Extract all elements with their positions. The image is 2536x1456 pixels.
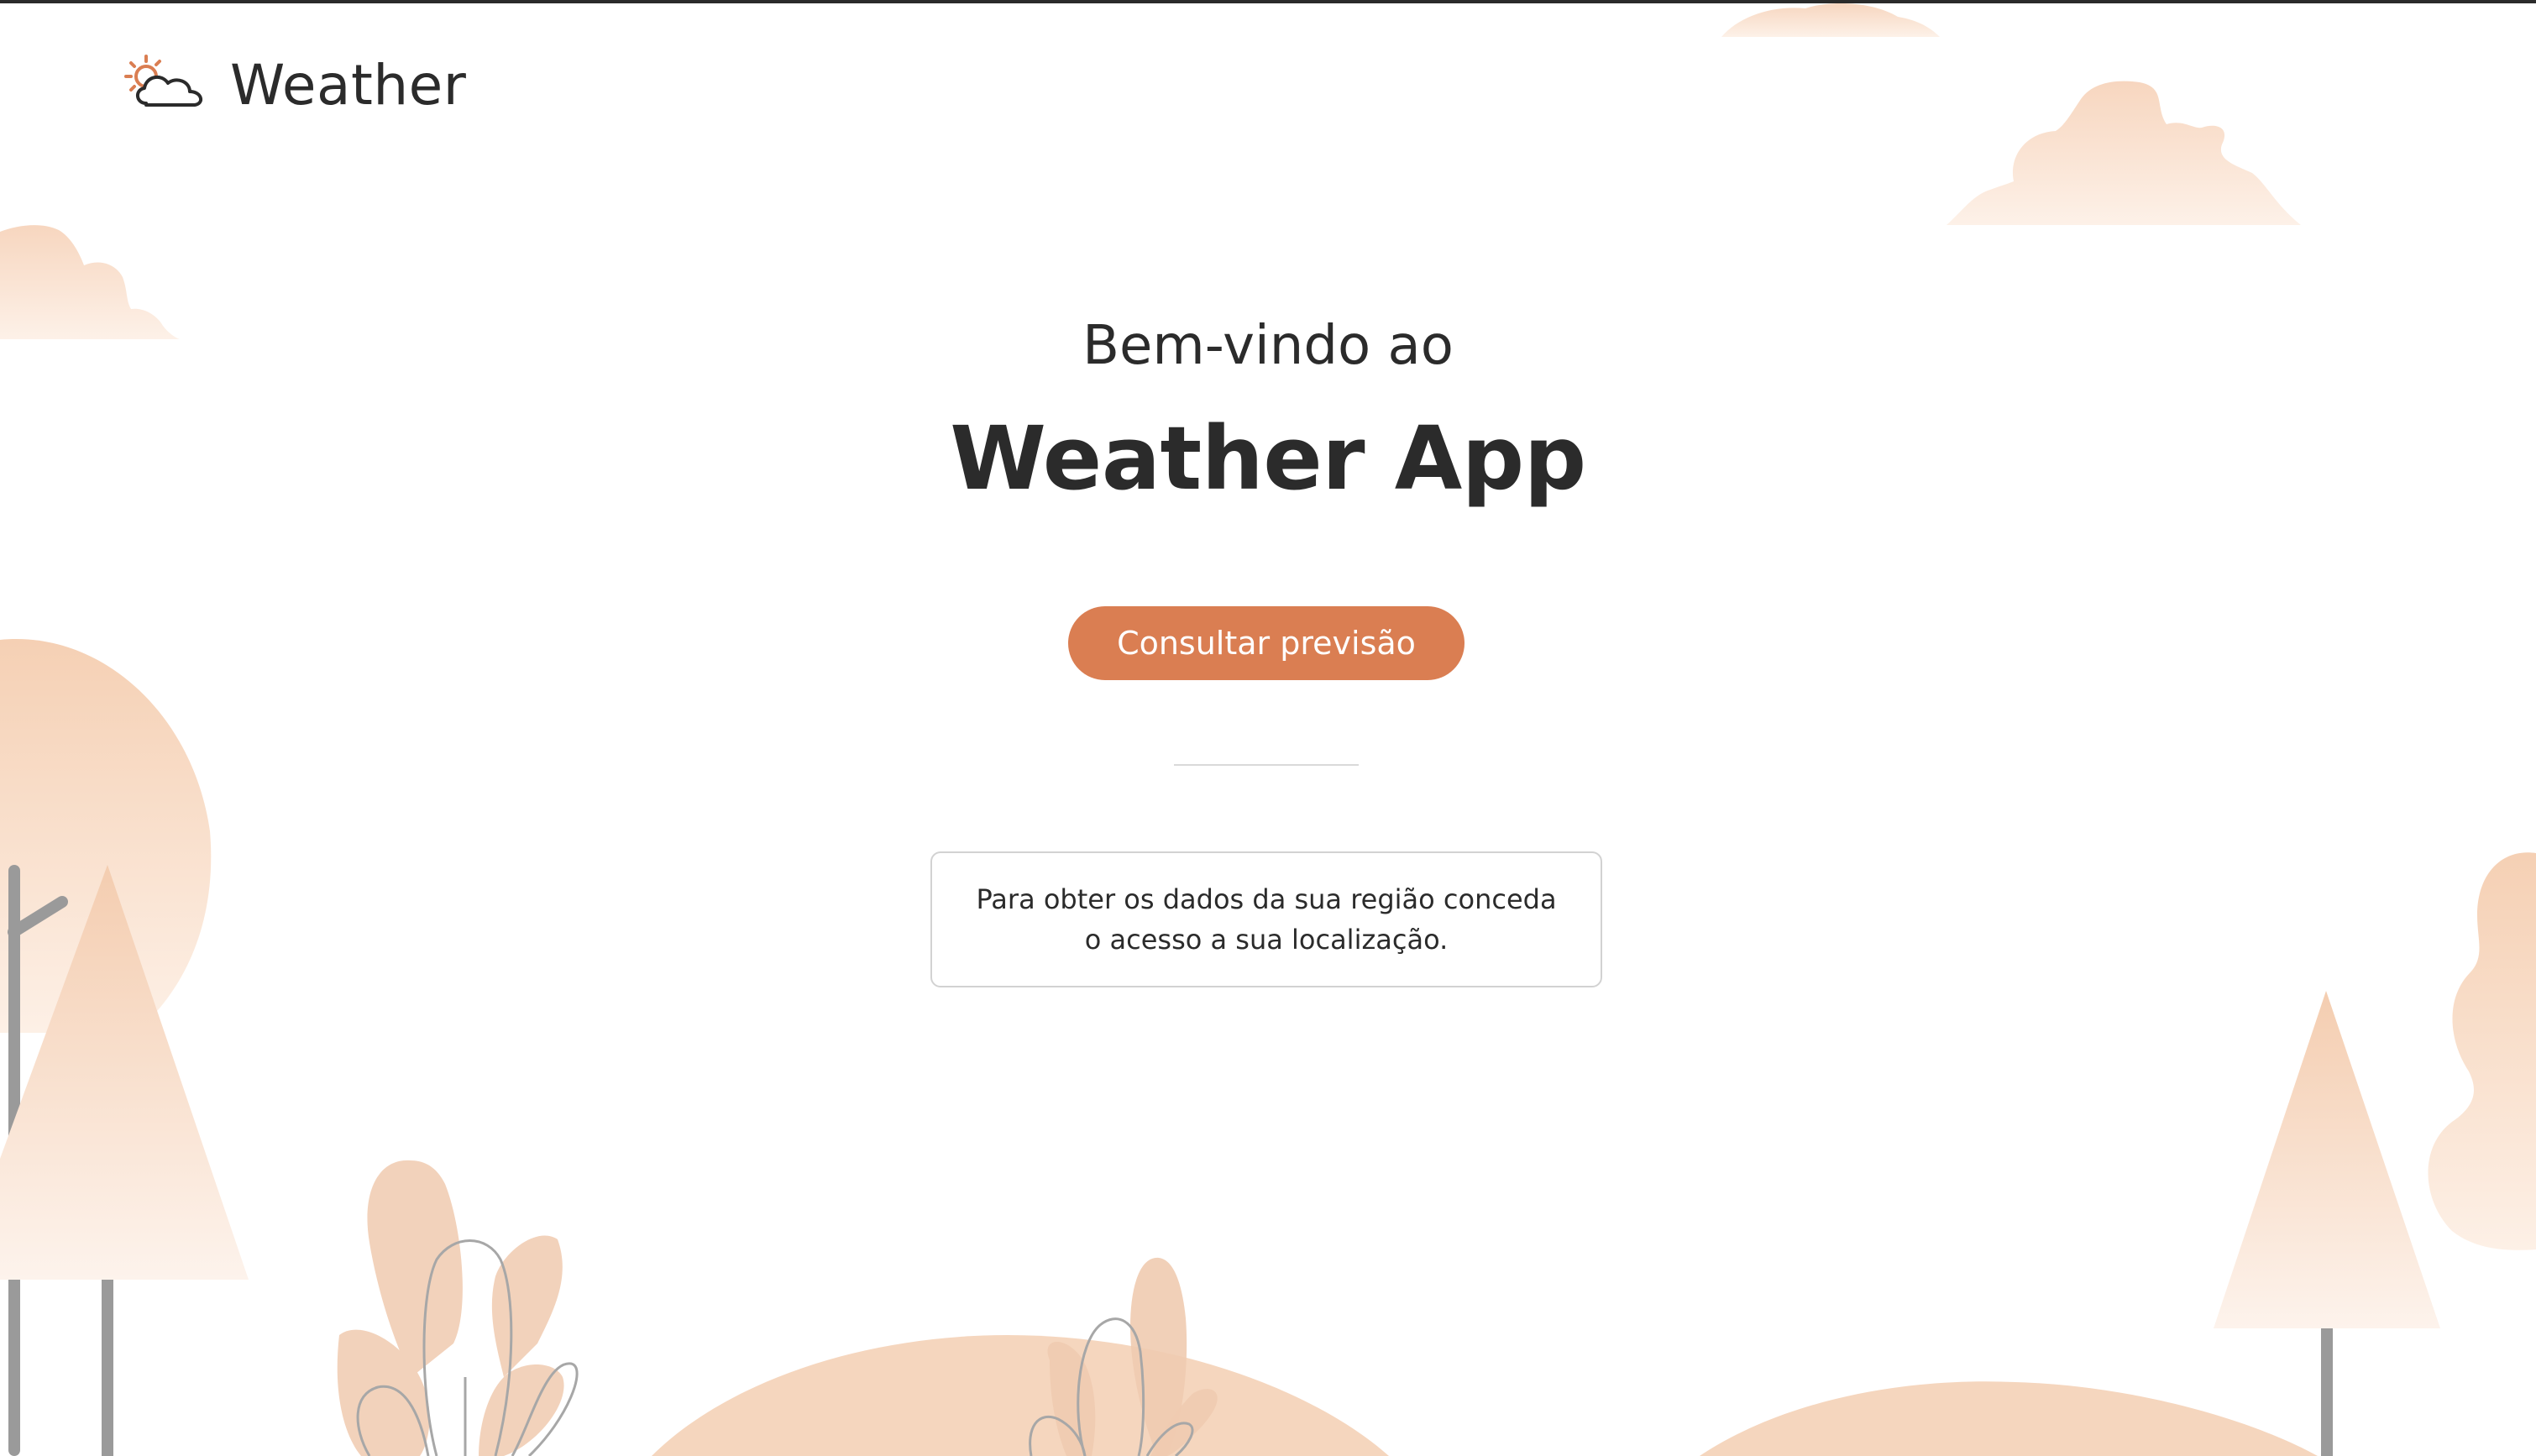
notice-line-2: o acesso a sua localização. — [1084, 924, 1449, 956]
cloud-top-center — [1721, 3, 1940, 37]
check-forecast-button[interactable]: Consultar previsão — [1068, 606, 1464, 680]
sun-cloud-icon — [121, 51, 213, 118]
location-permission-notice: Para obter os dados da sua região conced… — [930, 851, 1602, 987]
notice-line-1: Para obter os dados da sua região conced… — [976, 883, 1557, 915]
logo-text: Weather — [230, 52, 467, 118]
app-title: Weather App — [950, 407, 1586, 510]
background-scenery — [0, 3, 2536, 1456]
divider — [1174, 764, 1359, 766]
hill-center — [652, 1335, 1389, 1456]
app-page: Weather Bem-vindo ao Weather App Consult… — [0, 0, 2536, 1456]
welcome-hero: Bem-vindo ao Weather App — [0, 319, 2536, 502]
bush-right — [2428, 852, 2536, 1250]
plant-left — [337, 1160, 579, 1456]
welcome-subtitle: Bem-vindo ao — [1082, 315, 1454, 377]
hill-right — [1700, 1381, 2318, 1456]
tree-triangle-right — [2214, 991, 2440, 1456]
notice-text: Para obter os dados da sua região conced… — [976, 879, 1556, 960]
app-logo[interactable]: Weather — [121, 47, 466, 123]
cloud-top-right — [1947, 81, 2301, 225]
